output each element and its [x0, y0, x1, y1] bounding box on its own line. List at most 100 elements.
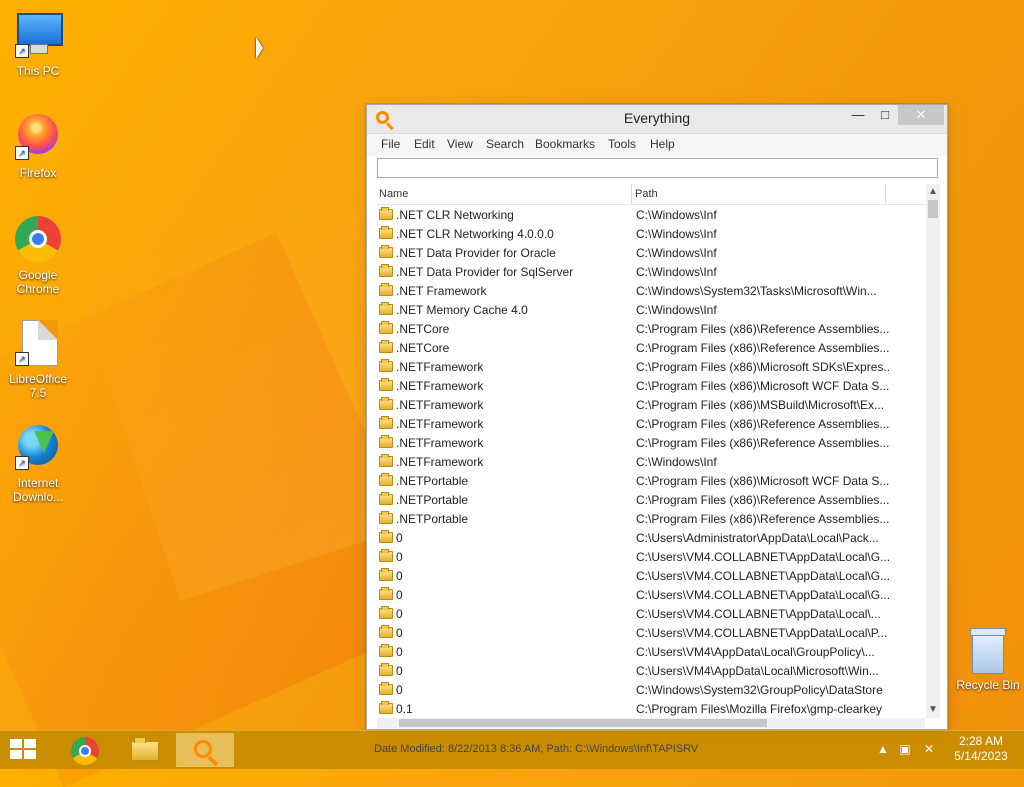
- taskbar-chrome[interactable]: [56, 733, 114, 767]
- result-name: .NET Memory Cache 4.0: [396, 303, 528, 317]
- desktop-icon-libreoffice[interactable]: ↗ LibreOffice 7.5: [2, 318, 74, 400]
- search-input[interactable]: [377, 158, 938, 178]
- horizontal-scroll-thumb[interactable]: [399, 719, 767, 727]
- desktop-icon-this-pc[interactable]: ↗ This PC: [2, 10, 74, 78]
- windows-logo-icon: [24, 739, 36, 748]
- menu-bookmarks[interactable]: Bookmarks: [535, 137, 595, 151]
- desktop-icon-label: LibreOffice 7.5: [9, 372, 67, 400]
- volume-muted-icon[interactable]: ✕: [921, 741, 937, 757]
- taskbar-everything[interactable]: [176, 733, 234, 767]
- clock[interactable]: 2:28 AM 5/14/2023: [953, 734, 1009, 764]
- result-name: .NETCore: [396, 341, 450, 355]
- result-row[interactable]: .NETCore C:\Program Files (x86)\Reference…: [377, 320, 927, 339]
- result-path: C:\Program Files\Mozilla Firefox\gmp-cle…: [636, 702, 883, 716]
- folder-icon: [379, 226, 393, 239]
- menu-search[interactable]: Search: [486, 137, 524, 151]
- result-row[interactable]: .NET Data Provider for Oracle C:\Windows\…: [377, 244, 927, 263]
- result-row[interactable]: 0 C:\Users\VM4.COLLABNET\AppData\Local\G.…: [377, 567, 927, 586]
- folder-icon: [379, 397, 393, 410]
- result-path: C:\Program Files (x86)\Reference Assembl…: [636, 493, 890, 507]
- folder-icon: [379, 568, 393, 581]
- scroll-up-arrow-icon[interactable]: ▲: [926, 184, 940, 200]
- windows-logo-icon: [10, 739, 22, 748]
- result-row[interactable]: .NET Framework C:\Windows\System32\Tasks\…: [377, 282, 927, 301]
- folder-icon: [379, 587, 393, 600]
- folder-icon: [379, 207, 393, 220]
- tray-overflow-icon[interactable]: ▲: [875, 741, 891, 757]
- desktop-icon-firefox[interactable]: ↗ Firefox: [2, 112, 74, 180]
- result-row[interactable]: .NETFramework C:\Program Files (x86)\Refe…: [377, 434, 927, 453]
- folder-icon: [379, 321, 393, 334]
- folder-icon: [379, 644, 393, 657]
- result-row[interactable]: .NETPortable C:\Program Files (x86)\Micro…: [377, 472, 927, 491]
- result-name: .NETFramework: [396, 455, 484, 469]
- folder-icon: [379, 416, 393, 429]
- folder-icon: [379, 245, 393, 258]
- result-row[interactable]: .NETPortable C:\Program Files (x86)\Refer…: [377, 510, 927, 529]
- taskbar-file-explorer[interactable]: [116, 733, 174, 767]
- desktop-icon-label: This PC: [16, 64, 60, 78]
- result-name: 0: [396, 588, 403, 602]
- result-name: 0: [396, 607, 403, 621]
- menu-edit[interactable]: Edit: [414, 137, 435, 151]
- result-row[interactable]: .NET Memory Cache 4.0 C:\Windows\Inf: [377, 301, 927, 320]
- minimize-button[interactable]: —: [845, 105, 871, 125]
- horizontal-scrollbar[interactable]: [377, 718, 925, 728]
- folder-icon: [379, 492, 393, 505]
- result-path: C:\Program Files (x86)\Reference Assembl…: [636, 417, 890, 431]
- column-header-name[interactable]: Name: [379, 184, 632, 204]
- result-row[interactable]: .NETFramework C:\Windows\Inf: [377, 453, 927, 472]
- result-path: C:\Users\VM4.COLLABNET\AppData\Local\...: [636, 607, 881, 621]
- title-bar[interactable]: Everything — □ ✕: [367, 105, 947, 134]
- result-name: 0: [396, 531, 403, 545]
- menu-view[interactable]: View: [447, 137, 473, 151]
- result-path: C:\Windows\Inf: [636, 455, 717, 469]
- result-row[interactable]: .NETCore C:\Program Files (x86)\Reference…: [377, 339, 927, 358]
- close-button[interactable]: ✕: [898, 105, 944, 125]
- desktop-icon-google-chrome[interactable]: Google Chrome: [2, 214, 74, 296]
- result-row[interactable]: 0 C:\Users\Administrator\AppData\Local\Pa…: [377, 529, 927, 548]
- internet-download-icon: ↗: [13, 422, 63, 472]
- result-path: C:\Windows\Inf: [636, 303, 717, 317]
- network-icon[interactable]: ▣: [897, 741, 913, 757]
- result-row[interactable]: .NET CLR Networking 4.0.0.0 C:\Windows\In…: [377, 225, 927, 244]
- result-row[interactable]: .NETFramework C:\Program Files (x86)\Micr…: [377, 358, 927, 377]
- desktop-icon-recycle-bin[interactable]: Recycle Bin: [952, 628, 1024, 692]
- start-button[interactable]: [10, 739, 38, 761]
- result-row[interactable]: 0 C:\Users\VM4.COLLABNET\AppData\Local\G.…: [377, 586, 927, 605]
- result-row[interactable]: .NET CLR Networking C:\Windows\Inf: [377, 206, 927, 225]
- menu-file[interactable]: File: [381, 137, 400, 151]
- maximize-button[interactable]: □: [872, 105, 898, 125]
- desktop-icon-label: Firefox: [19, 166, 57, 180]
- result-path: C:\Program Files (x86)\Microsoft SDKs\Ex…: [636, 360, 891, 374]
- result-row[interactable]: .NETFramework C:\Program Files (x86)\Micr…: [377, 377, 927, 396]
- menu-tools[interactable]: Tools: [608, 137, 636, 151]
- result-row[interactable]: .NETPortable C:\Program Files (x86)\Refer…: [377, 491, 927, 510]
- result-row[interactable]: 0 C:\Users\VM4.COLLABNET\AppData\Local\..…: [377, 605, 927, 624]
- scroll-down-arrow-icon[interactable]: ▼: [926, 702, 940, 718]
- folder-icon: [379, 340, 393, 353]
- vertical-scroll-thumb[interactable]: [928, 200, 938, 218]
- result-row[interactable]: 0 C:\Users\VM4\AppData\Local\GroupPolicy\…: [377, 643, 927, 662]
- result-name: 0: [396, 550, 403, 564]
- desktop-icon-label: Recycle Bin: [956, 678, 1020, 692]
- result-row[interactable]: 0.1 C:\Program Files\Mozilla Firefox\gmp-…: [377, 700, 927, 717]
- menu-help[interactable]: Help: [650, 137, 675, 151]
- result-row[interactable]: 0 C:\Users\VM4.COLLABNET\AppData\Local\P.…: [377, 624, 927, 643]
- result-row[interactable]: .NETFramework C:\Program Files (x86)\Refe…: [377, 415, 927, 434]
- column-header-path[interactable]: Path: [635, 184, 886, 204]
- result-row[interactable]: .NET Data Provider for SqlServer C:\Windo…: [377, 263, 927, 282]
- result-path: C:\Windows\Inf: [636, 227, 717, 241]
- result-row[interactable]: 0 C:\Windows\System32\GroupPolicy\DataSto…: [377, 681, 927, 700]
- vertical-scrollbar[interactable]: ▲ ▼: [926, 184, 940, 718]
- result-row[interactable]: 0 C:\Users\VM4.COLLABNET\AppData\Local\G.…: [377, 548, 927, 567]
- result-path: C:\Users\VM4.COLLABNET\AppData\Local\G..…: [636, 569, 891, 583]
- desktop-icon-internet-download[interactable]: ↗ Internet Downlo...: [2, 422, 74, 504]
- folder-icon: [379, 549, 393, 562]
- result-row[interactable]: .NETFramework C:\Program Files (x86)\MSBu…: [377, 396, 927, 415]
- result-row[interactable]: 0 C:\Users\VM4\AppData\Local\Microsoft\Wi…: [377, 662, 927, 681]
- result-name: .NETFramework: [396, 436, 484, 450]
- result-path: C:\Program Files (x86)\Reference Assembl…: [636, 436, 890, 450]
- result-name: .NETCore: [396, 322, 450, 336]
- menu-bar: File Edit View Search Bookmarks Tools He…: [367, 134, 947, 156]
